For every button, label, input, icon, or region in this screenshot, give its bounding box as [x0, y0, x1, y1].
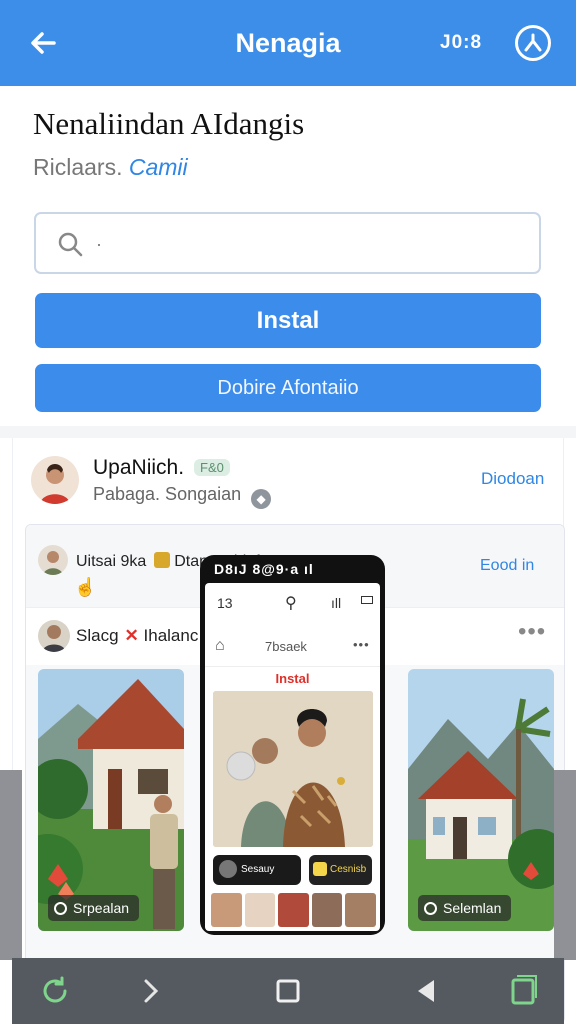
post-user-name[interactable]: UpaNiich. [93, 456, 184, 480]
section-divider [0, 426, 576, 438]
photo-left[interactable]: Srpealan [38, 669, 184, 931]
page-subtitle: Riclaars. Camii [33, 154, 188, 181]
post-meta: Pabaga. Songaian ◆ [93, 484, 272, 509]
chip-ring-icon [54, 902, 67, 915]
search-input[interactable] [96, 228, 526, 260]
phone-thumbnails [211, 893, 376, 927]
pin-icon[interactable]: ⚲ [285, 593, 297, 613]
thumbnail[interactable] [345, 893, 376, 927]
subtitle-prefix: Riclaars. [33, 154, 123, 180]
phone-pill-left-text: Sesauy [241, 864, 275, 875]
close-icon[interactable]: ✕ [125, 626, 139, 645]
thumbnail[interactable] [278, 893, 309, 927]
top-app-bar: Nenagia J0:8 [0, 0, 576, 86]
subtitle-link[interactable]: Camii [129, 154, 188, 180]
phone-nav-row: ⌂ 7bsaek ••• [205, 627, 380, 667]
phone-status-bar: D8ıJ 8@⁠9·a ıl [214, 561, 314, 577]
phone-screen: 13 ⚲ ıll ⌂ 7bsaek ••• Instal Sesauy Cesn… [205, 583, 380, 931]
recent-apps-icon[interactable] [504, 972, 542, 1010]
pointer-icon: ☝ [74, 577, 97, 597]
post-author-suffix: Ihalanc [143, 626, 199, 645]
chip-ring-icon [424, 902, 437, 915]
post-author[interactable]: Slacg ✕ Ihalanc [76, 626, 198, 646]
status-text: J0:8 [440, 32, 483, 53]
side-band-left [0, 770, 22, 960]
author-avatar[interactable] [38, 620, 70, 652]
page-title: Nenaliindan AIdangis [33, 106, 305, 141]
phone-more-icon[interactable]: ••• [353, 637, 370, 652]
pill-star-icon [313, 862, 327, 877]
phone-signal: ıll [331, 595, 342, 611]
battery-icon [361, 596, 373, 604]
avatar[interactable] [31, 456, 79, 504]
post-meta-text: Pabaga. Songaian [93, 484, 242, 504]
verified-icon [154, 552, 171, 568]
phone-pill-right-text: Cesnisb [330, 864, 367, 875]
phone-top-row: 13 ⚲ ıll [205, 583, 380, 623]
good-link[interactable]: Eood in [480, 557, 534, 575]
back-triangle-icon[interactable] [408, 972, 446, 1010]
thumbnail[interactable] [211, 893, 242, 927]
square-home-icon[interactable] [269, 972, 307, 1010]
follow-link[interactable]: Diodoan [481, 469, 544, 489]
share-icon[interactable]: ◆ [251, 489, 272, 509]
phone-pill-left[interactable]: Sesauy [213, 855, 301, 885]
thumbnail[interactable] [311, 893, 343, 927]
photo-right[interactable]: Selemlan [408, 669, 554, 931]
photo-chip-right-text: Selemlan [443, 900, 502, 916]
forward-icon[interactable] [132, 972, 170, 1010]
system-nav-bar [12, 958, 564, 1024]
app-title: Nenagia [235, 28, 341, 58]
thumbnail[interactable] [244, 893, 276, 927]
search-box[interactable] [34, 212, 541, 274]
mini-user-text: Uitsai 9ka [76, 553, 147, 570]
phone-pill-right[interactable]: Cesnisb [309, 855, 372, 885]
phone-mockup: D8ıJ 8@⁠9·a ıl 13 ⚲ ıll ⌂ 7bsaek ••• Ins… [200, 555, 385, 935]
mini-avatar[interactable] [38, 545, 68, 575]
home-icon[interactable]: ⌂ [215, 637, 225, 655]
phone-install-label[interactable]: Instal [205, 671, 380, 686]
phone-nav-title: 7bsaek [265, 639, 307, 654]
search-icon [58, 232, 83, 257]
pill-avatar-icon [219, 860, 237, 879]
install-button[interactable]: Instal [35, 293, 541, 348]
phone-top-left: 13 [217, 595, 233, 611]
more-options-icon[interactable]: ••• [518, 618, 546, 646]
refresh-icon[interactable] [36, 972, 74, 1010]
account-circle-icon[interactable] [515, 25, 551, 61]
photo-chip-left[interactable]: Srpealan [48, 895, 140, 921]
user-badge: F&0 [194, 459, 230, 476]
phone-photo [213, 691, 373, 847]
photo-chip-right[interactable]: Selemlan [418, 895, 512, 921]
secondary-button[interactable]: Dobire Afontaiio [35, 364, 541, 412]
side-band-right [554, 770, 576, 960]
post-author-text: Slacg [76, 626, 119, 645]
app-screen: Nenagia J0:8 Nenaliindan AIdangis Riclaa… [0, 0, 576, 1024]
photo-chip-left-text: Srpealan [73, 900, 130, 916]
